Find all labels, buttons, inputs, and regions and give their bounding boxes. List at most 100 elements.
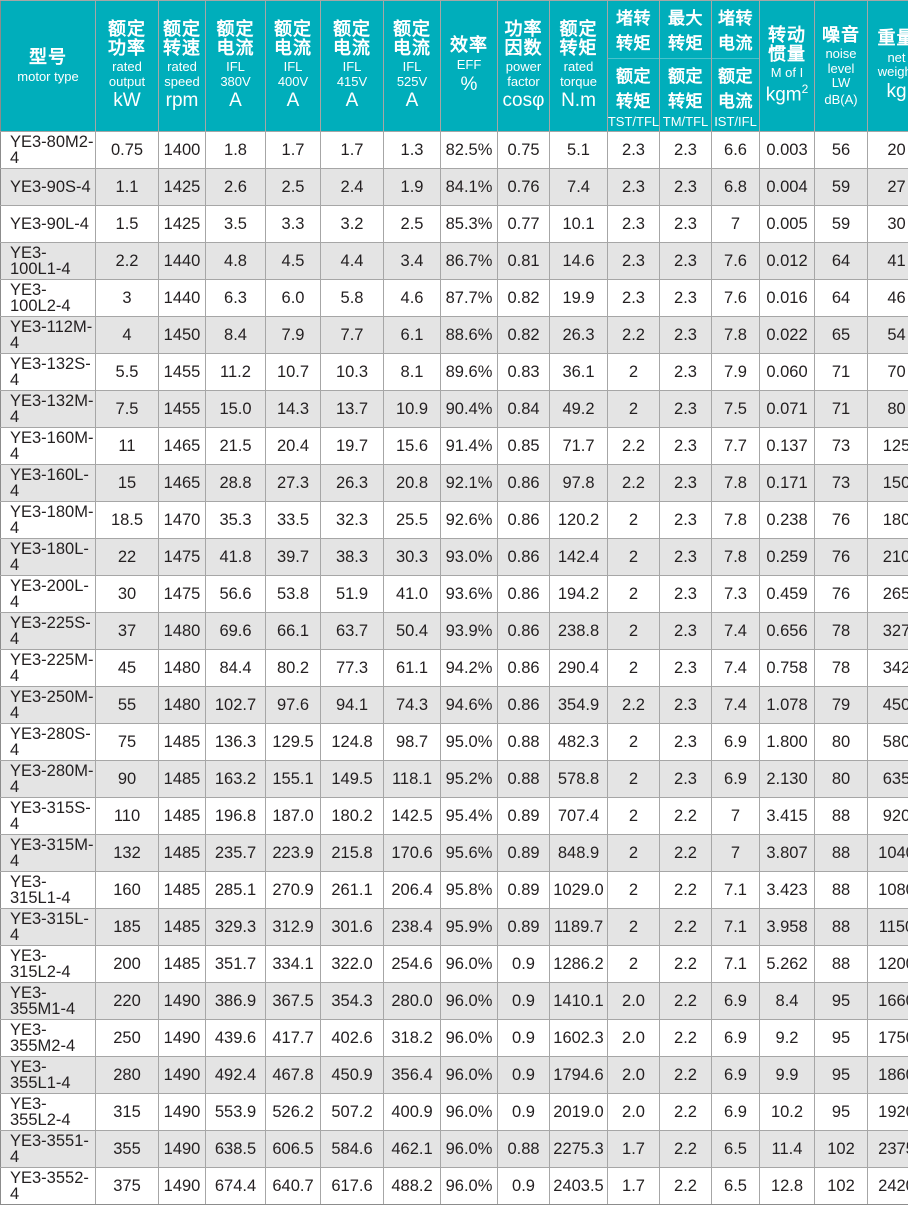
cell-efficiency: 84.1% <box>441 169 498 206</box>
column-header-rated-speed: 额定转速ratedspeedrpm <box>159 1 206 132</box>
cell-rated-torque: 49.2 <box>550 391 608 428</box>
table-body: YE3-80M2-40.7514001.81.71.71.382.5%0.755… <box>1 132 908 1205</box>
cell-power-factor: 0.89 <box>498 909 550 946</box>
cell-tst-tfl: 2.2 <box>608 687 660 724</box>
cell-rated-torque: 120.2 <box>550 502 608 539</box>
cell-motor-type: YE3-112M-4 <box>1 317 96 354</box>
ratio-denominator: 额定转矩TST/TFL <box>608 59 659 131</box>
cell-noise-level: 95 <box>815 1020 868 1057</box>
table-row: YE3-90L-41.514253.53.33.22.585.3%0.7710.… <box>1 206 908 243</box>
cell-moment-inertia: 0.171 <box>760 465 815 502</box>
cell-ist-ifl: 7.5 <box>712 391 760 428</box>
cell-ifl-525v: 318.2 <box>384 1020 441 1057</box>
cell-tm-tfl: 2.3 <box>660 428 712 465</box>
cell-moment-inertia: 9.9 <box>760 1057 815 1094</box>
header-cn-line: 电流 <box>217 39 255 58</box>
cell-ifl-380v: 492.4 <box>206 1057 266 1094</box>
cell-tst-tfl: 1.7 <box>608 1168 660 1205</box>
cell-tm-tfl: 2.3 <box>660 650 712 687</box>
cell-rated-output: 4 <box>96 317 159 354</box>
header-cn-line: 额定 <box>217 20 255 39</box>
header-cn-line: 额定 <box>616 62 651 87</box>
cell-rated-speed: 1485 <box>159 724 206 761</box>
cell-efficiency: 94.6% <box>441 687 498 724</box>
cell-ifl-525v: 15.6 <box>384 428 441 465</box>
cell-rated-output: 1.1 <box>96 169 159 206</box>
cell-motor-type: YE3-160M-4 <box>1 428 96 465</box>
cell-rated-output: 75 <box>96 724 159 761</box>
cell-net-weight: 80 <box>868 391 908 428</box>
cell-rated-speed: 1455 <box>159 354 206 391</box>
cell-ifl-380v: 638.5 <box>206 1131 266 1168</box>
cell-moment-inertia: 0.003 <box>760 132 815 169</box>
cell-ifl-400v: 53.8 <box>266 576 321 613</box>
column-header-ifl-525v: 额定电流IFL525VA <box>384 1 441 132</box>
cell-ifl-380v: 386.9 <box>206 983 266 1020</box>
cell-moment-inertia: 3.958 <box>760 909 815 946</box>
cell-efficiency: 96.0% <box>441 946 498 983</box>
column-header-rated-output: 额定功率ratedoutputkW <box>96 1 159 132</box>
cell-ifl-380v: 8.4 <box>206 317 266 354</box>
cell-moment-inertia: 11.4 <box>760 1131 815 1168</box>
cell-ifl-415v: 402.6 <box>321 1020 384 1057</box>
cell-ist-ifl: 7 <box>712 798 760 835</box>
cell-rated-output: 30 <box>96 576 159 613</box>
cell-rated-speed: 1425 <box>159 206 206 243</box>
cell-ifl-400v: 467.8 <box>266 1057 321 1094</box>
cell-net-weight: 2420 <box>868 1168 908 1205</box>
cell-ifl-415v: 584.6 <box>321 1131 384 1168</box>
cell-moment-inertia: 0.071 <box>760 391 815 428</box>
header-en-line: IFL <box>403 60 422 75</box>
cell-net-weight: 54 <box>868 317 908 354</box>
header-en-line: rated <box>167 60 197 75</box>
cell-efficiency: 96.0% <box>441 983 498 1020</box>
cell-ist-ifl: 6.8 <box>712 169 760 206</box>
table-row: YE3-3552-43751490674.4640.7617.6488.296.… <box>1 1168 908 1205</box>
cell-ifl-415v: 180.2 <box>321 798 384 835</box>
cell-rated-output: 15 <box>96 465 159 502</box>
header-cell-net-weight: 重量netweightkg <box>868 1 908 131</box>
cell-moment-inertia: 3.807 <box>760 835 815 872</box>
column-header-noise-level: 噪音noiselevelLWdB(A) <box>815 1 868 132</box>
cell-rated-speed: 1470 <box>159 502 206 539</box>
cell-ifl-380v: 674.4 <box>206 1168 266 1205</box>
header-en-line: output <box>109 75 145 90</box>
cell-efficiency: 91.4% <box>441 428 498 465</box>
cell-ist-ifl: 7.3 <box>712 576 760 613</box>
header-unit: A <box>287 91 300 112</box>
header-cn-line: 转矩 <box>616 87 651 112</box>
cell-tm-tfl: 2.2 <box>660 1094 712 1131</box>
cell-rated-torque: 26.3 <box>550 317 608 354</box>
cell-motor-type: YE3-160L-4 <box>1 465 96 502</box>
cell-tst-tfl: 2 <box>608 909 660 946</box>
cell-rated-output: 45 <box>96 650 159 687</box>
table-row: YE3-80M2-40.7514001.81.71.71.382.5%0.755… <box>1 132 908 169</box>
cell-ifl-400v: 1.7 <box>266 132 321 169</box>
cell-rated-output: 11 <box>96 428 159 465</box>
cell-ist-ifl: 7.1 <box>712 946 760 983</box>
cell-efficiency: 95.0% <box>441 724 498 761</box>
cell-rated-speed: 1465 <box>159 428 206 465</box>
cell-net-weight: 46 <box>868 280 908 317</box>
table-row: YE3-315M-41321485235.7223.9215.8170.695.… <box>1 835 908 872</box>
header-en-line: EFF <box>457 58 482 73</box>
cell-ifl-380v: 1.8 <box>206 132 266 169</box>
cell-noise-level: 64 <box>815 280 868 317</box>
cell-ifl-415v: 450.9 <box>321 1057 384 1094</box>
header-cn-line: 最大 <box>668 4 703 29</box>
cell-ist-ifl: 7 <box>712 835 760 872</box>
header-cell-ifl-380v: 额定电流IFL380VA <box>206 1 265 131</box>
cell-noise-level: 76 <box>815 502 868 539</box>
header-cn-line: 转动 <box>768 26 806 45</box>
cell-noise-level: 56 <box>815 132 868 169</box>
header-cn-line: 额定 <box>718 62 753 87</box>
cell-ifl-525v: 8.1 <box>384 354 441 391</box>
cell-rated-speed: 1465 <box>159 465 206 502</box>
cell-ist-ifl: 7.8 <box>712 502 760 539</box>
header-unit: cosφ <box>503 91 545 112</box>
header-en-line: level <box>828 62 855 77</box>
cell-noise-level: 65 <box>815 317 868 354</box>
cell-noise-level: 76 <box>815 576 868 613</box>
cell-tm-tfl: 2.2 <box>660 1020 712 1057</box>
cell-power-factor: 0.9 <box>498 946 550 983</box>
